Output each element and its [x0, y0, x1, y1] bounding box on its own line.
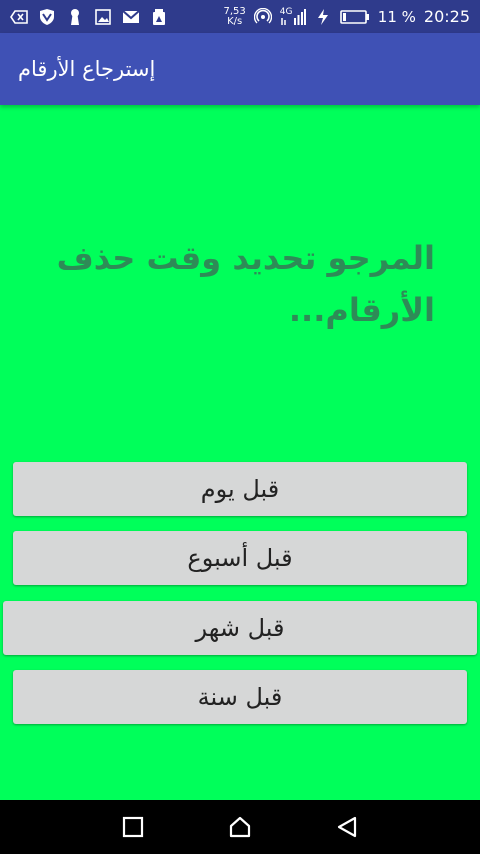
status-system-icons: 7,53 K/s 4G 11 % 20:25 — [223, 5, 470, 27]
charging-bolt-icon — [314, 8, 332, 26]
back-icon[interactable] — [327, 807, 367, 847]
one-year-ago-button[interactable]: قبل سنة — [13, 670, 467, 724]
battery-percentage: 11 % — [377, 7, 416, 26]
recents-icon[interactable] — [113, 807, 153, 847]
battery-icon — [339, 8, 370, 26]
app-title: إسترجاع الأرقام — [18, 57, 156, 81]
home-icon[interactable] — [220, 807, 260, 847]
clock: 20:25 — [423, 7, 470, 26]
keyhole-icon — [66, 8, 84, 26]
hotspot-icon — [253, 7, 272, 26]
one-day-ago-button[interactable]: قبل يوم — [13, 462, 467, 516]
speed-value: 7,53 — [223, 5, 246, 17]
app-bar: إسترجاع الأرقام — [0, 33, 480, 105]
back-arrow-icon — [10, 8, 28, 26]
one-month-ago-button[interactable]: قبل شهر — [3, 601, 477, 655]
prompt-message: المرجو تحديد وقت حذف الأرقام... — [56, 239, 435, 329]
speed-unit: K/s — [227, 15, 243, 27]
one-week-ago-button[interactable]: قبل أسبوع — [13, 531, 467, 585]
navigation-bar — [0, 800, 480, 854]
shield-icon — [38, 8, 56, 26]
gmail-icon — [122, 8, 140, 26]
status-bar: 7,53 K/s 4G 11 % 20:25 — [0, 0, 480, 33]
status-notification-icons — [10, 8, 168, 26]
network-speed: 7,53 K/s — [223, 5, 246, 27]
signal-icon: 4G — [279, 6, 306, 26]
network-type: 4G — [279, 6, 293, 17]
image-icon — [94, 8, 112, 26]
android-icon — [150, 8, 168, 26]
